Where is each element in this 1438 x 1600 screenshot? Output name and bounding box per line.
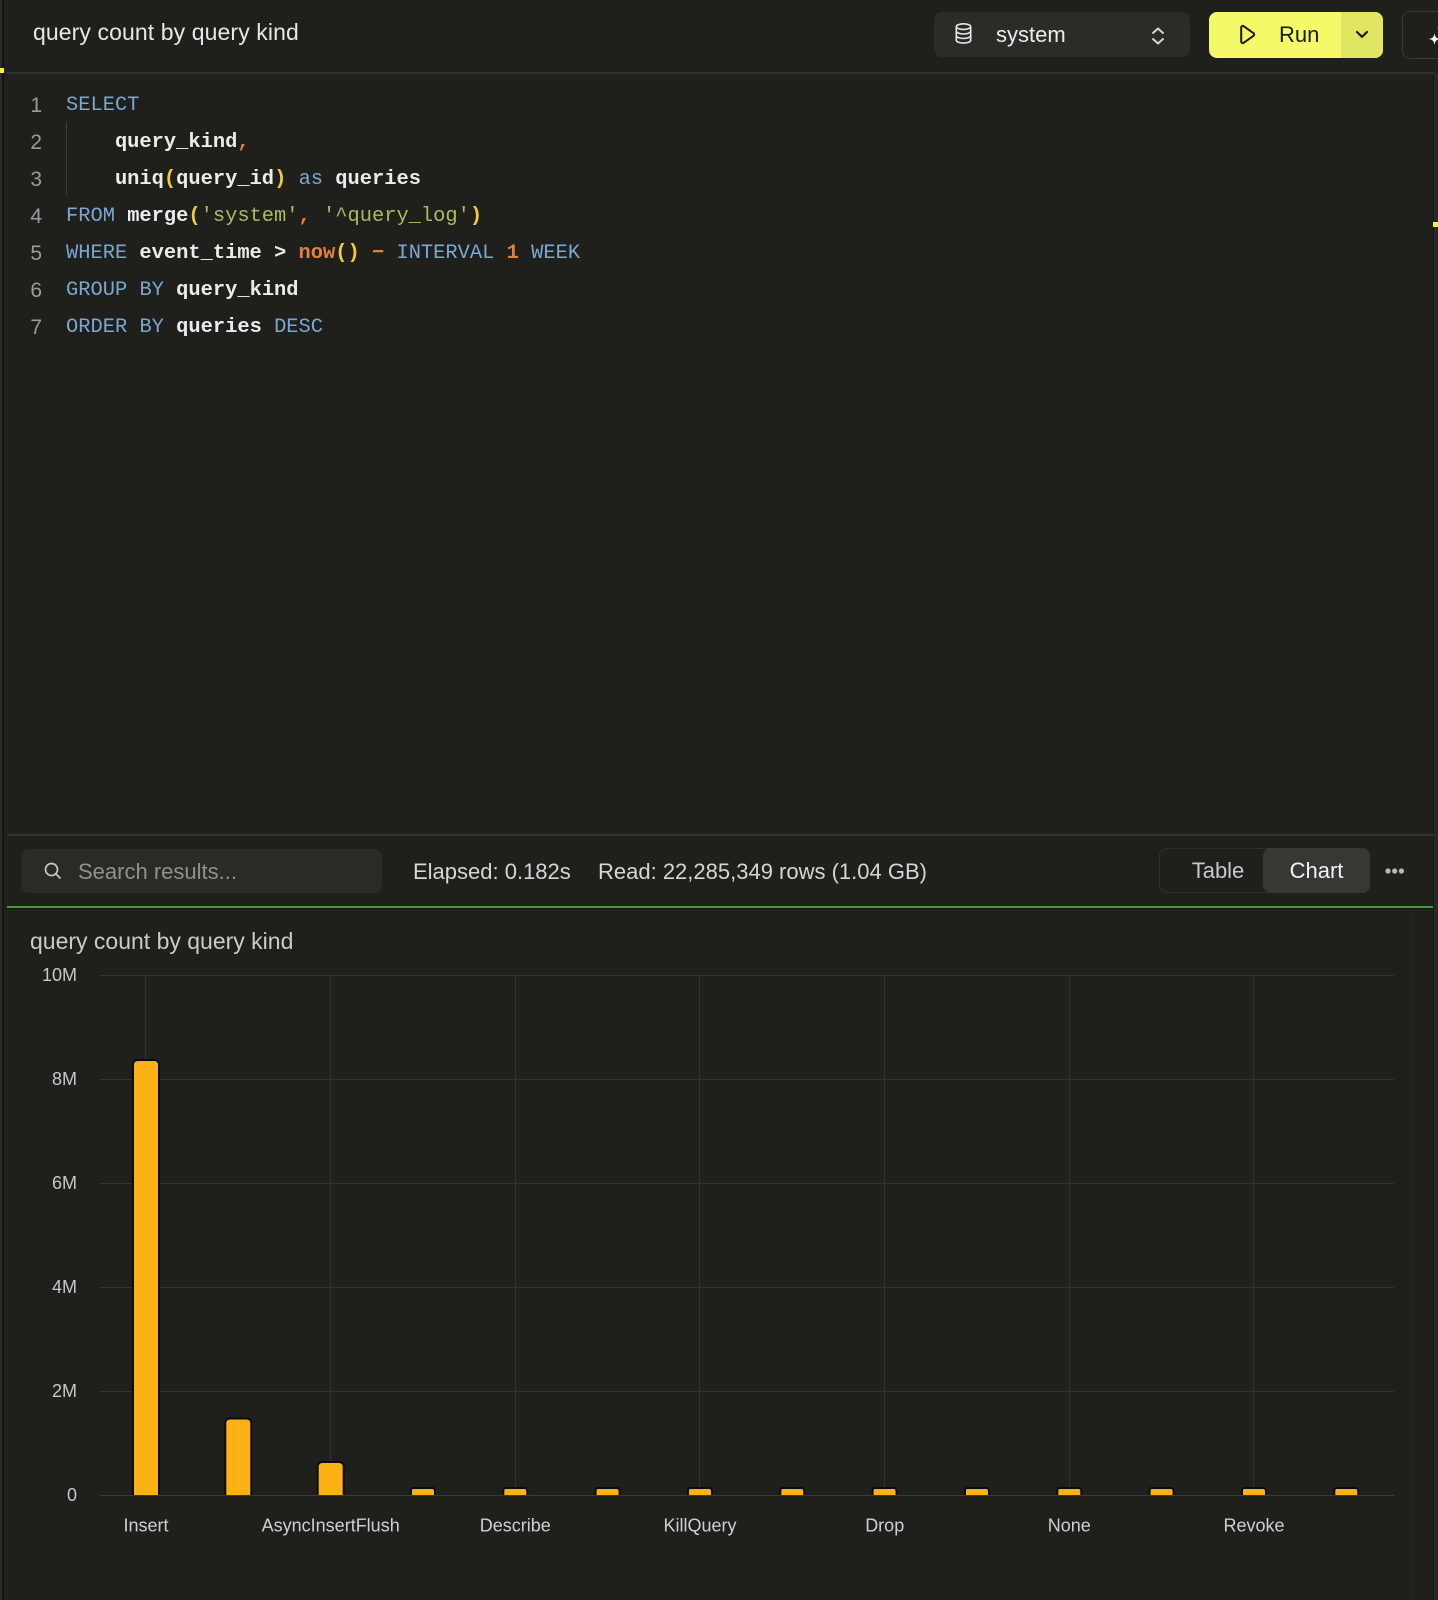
svg-text:Insert: Insert	[123, 1516, 168, 1536]
svg-text:KillQuery: KillQuery	[663, 1516, 736, 1536]
svg-text:10M: 10M	[42, 965, 77, 985]
svg-text:4M: 4M	[52, 1277, 77, 1297]
svg-text:6M: 6M	[52, 1173, 77, 1193]
svg-text:8M: 8M	[52, 1069, 77, 1089]
svg-text:AsyncInsertFlush: AsyncInsertFlush	[262, 1516, 400, 1536]
svg-text:Describe: Describe	[480, 1516, 551, 1536]
svg-text:query count by query kind: query count by query kind	[30, 928, 293, 954]
svg-text:2M: 2M	[52, 1381, 77, 1401]
svg-text:Revoke: Revoke	[1223, 1516, 1284, 1536]
svg-text:0: 0	[67, 1485, 77, 1505]
svg-text:None: None	[1048, 1516, 1091, 1536]
svg-text:Drop: Drop	[865, 1516, 904, 1536]
